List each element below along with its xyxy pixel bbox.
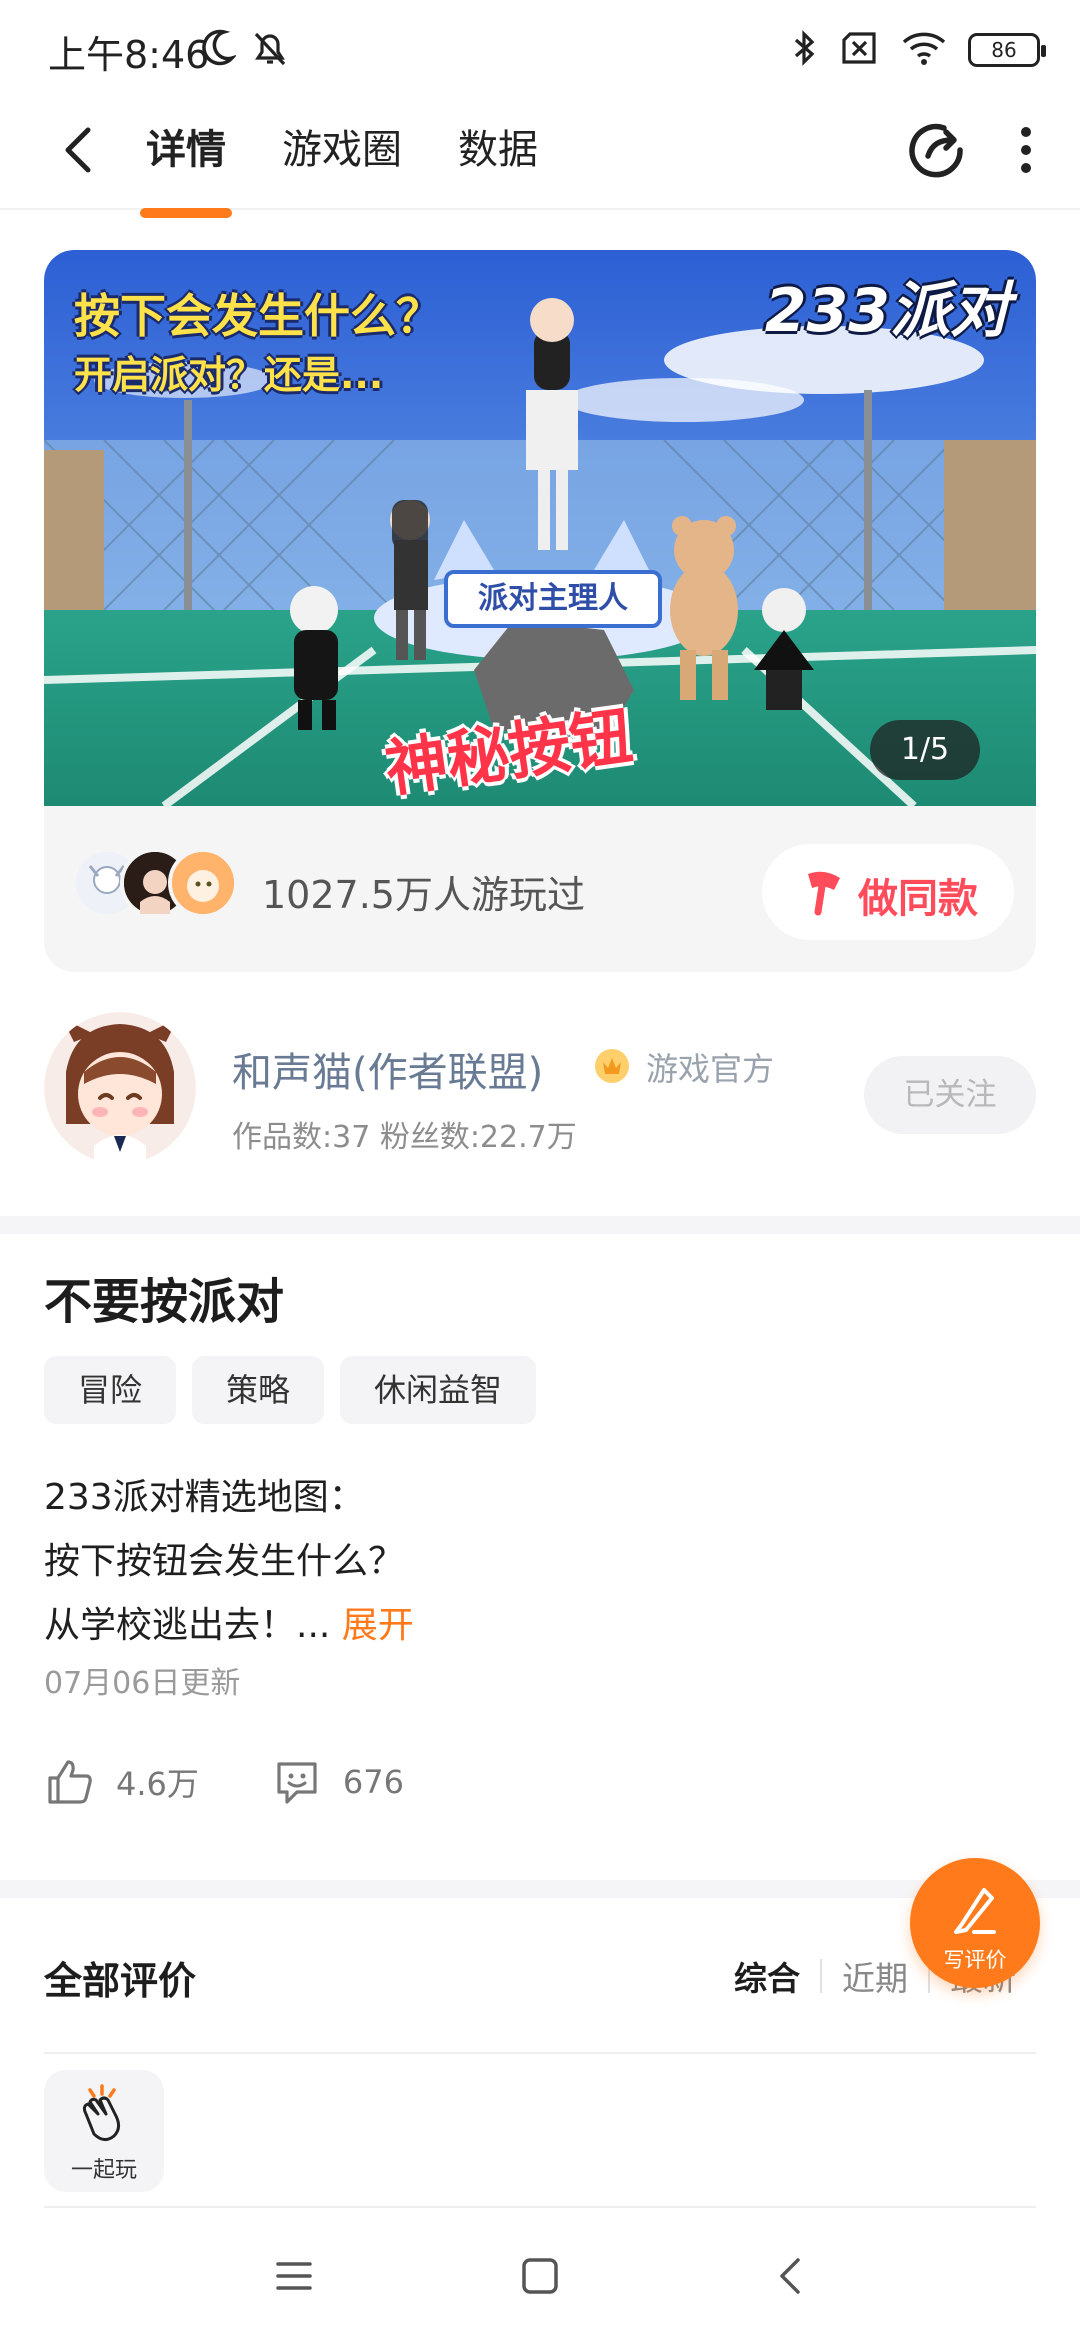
moon-icon — [200, 28, 238, 72]
played-row: 1027.5万人游玩过 做同款 — [44, 806, 1036, 972]
square-icon — [522, 2258, 558, 2294]
tag-list: 冒险 策略 休闲益智 — [44, 1356, 537, 1424]
hammer-icon — [808, 871, 840, 916]
banner-headline: 按下会发生什么？ — [74, 289, 442, 343]
play-together-chip[interactable]: 一起玩 — [44, 2070, 164, 2192]
chevron-left-icon — [65, 127, 91, 173]
game-title: 不要按派对 — [44, 1274, 285, 1330]
expand-link[interactable]: 展开 — [342, 1605, 414, 1646]
update-date: 07月06日更新 — [44, 1666, 241, 1701]
avatar — [168, 848, 238, 918]
desc-line: 233派对精选地图： — [44, 1477, 365, 1518]
played-count: 1027.5万人游玩过 — [262, 873, 585, 917]
media-card: 按下会发生什么？ 开启派对？还是... 233派对 派对主理人 神秘按钮 1/5… — [44, 250, 1036, 972]
banner-sign: 派对主理人 — [444, 570, 662, 628]
tab-bar: 详情 游戏圈 数据 — [146, 122, 538, 178]
clap-icon — [82, 2084, 121, 2141]
system-nav-bar — [0, 2210, 1080, 2340]
back-button[interactable] — [52, 120, 112, 180]
author-stats: 作品数:37 粉丝数:22.7万 — [232, 1120, 577, 1155]
official-badge: 游戏官方 — [646, 1050, 775, 1088]
tab-data[interactable]: 数据 — [458, 122, 538, 178]
carousel-counter: 1/5 — [870, 720, 980, 780]
chevron-left-icon — [780, 2258, 800, 2294]
sort-overall[interactable]: 综合 — [714, 1952, 820, 2000]
share-button[interactable] — [904, 118, 968, 182]
banner-subline: 开启派对？还是... — [74, 353, 384, 397]
game-description: 233派对精选地图： 按下按钮会发生什么？ 从学校逃出去！... 展开 — [44, 1466, 414, 1658]
menu-icon — [276, 2262, 312, 2290]
tab-game-circle[interactable]: 游戏圈 — [282, 122, 402, 178]
official-badge-icon — [594, 1048, 630, 1084]
engagement-stats: 4.6万 676 — [44, 1756, 404, 1808]
author-avatar[interactable] — [44, 1012, 196, 1164]
desc-line: 从学校逃出去！... — [44, 1605, 331, 1646]
comment-button[interactable]: 676 — [271, 1756, 404, 1808]
status-bar: 上午8:46 86 — [0, 0, 1080, 100]
reviews-title: 全部评价 — [44, 1959, 197, 2003]
tab-details[interactable]: 详情 — [146, 122, 226, 178]
share-icon — [909, 123, 963, 178]
tag-adventure[interactable]: 冒险 — [44, 1356, 177, 1424]
thumbs-up-icon — [48, 1760, 92, 1804]
divider — [44, 2052, 1036, 2054]
more-button[interactable] — [1006, 118, 1046, 182]
write-review-label: 写评价 — [943, 1948, 1007, 1972]
top-nav: 详情 游戏圈 数据 — [0, 100, 1080, 210]
like-button[interactable]: 4.6万 — [44, 1756, 199, 1808]
mute-icon — [250, 28, 290, 72]
desc-line-last: 从学校逃出去！... 展开 — [44, 1594, 414, 1658]
write-review-button[interactable]: 写评价 — [910, 1858, 1040, 1988]
section-divider — [0, 1216, 1080, 1234]
tag-strategy[interactable]: 策略 — [192, 1356, 325, 1424]
more-vertical-icon — [1021, 127, 1031, 173]
author-row: 和声猫(作者联盟) 游戏官方 作品数:37 粉丝数:22.7万 已关注 — [0, 1012, 1080, 1202]
author-name[interactable]: 和声猫(作者联盟) — [232, 1040, 543, 1098]
screenshot-carousel[interactable]: 按下会发生什么？ 开启派对？还是... 233派对 派对主理人 神秘按钮 1/5 — [44, 250, 1036, 806]
pen-icon — [954, 1888, 996, 1934]
bluetooth-icon — [792, 28, 818, 72]
wifi-icon — [902, 30, 946, 70]
status-time: 上午8:46 — [48, 33, 210, 77]
banner-brand: 233派对 — [764, 276, 1010, 346]
tag-casual-puzzle[interactable]: 休闲益智 — [340, 1356, 537, 1424]
recents-button[interactable] — [272, 2254, 316, 2298]
sim-off-icon — [840, 30, 880, 70]
like-count: 4.6万 — [116, 1765, 199, 1803]
back-nav-button[interactable] — [770, 2254, 814, 2298]
play-together-label: 一起玩 — [70, 2158, 137, 2183]
comment-face-icon — [277, 1762, 317, 1804]
home-button[interactable] — [518, 2254, 562, 2298]
follow-button[interactable]: 已关注 — [864, 1056, 1036, 1134]
game-detail-page: 上午8:46 86 详情 游戏圈 数据 按下会发生什么？ 开启派对？还是... … — [0, 0, 1080, 2340]
comment-count: 676 — [342, 1763, 404, 1801]
battery-icon: 86 — [968, 33, 1046, 67]
desc-line: 按下按钮会发生什么？ — [44, 1541, 405, 1582]
divider — [44, 2206, 1036, 2208]
make-same-button[interactable]: 做同款 — [762, 844, 1014, 940]
player-avatars — [72, 848, 238, 918]
make-same-label: 做同款 — [858, 876, 978, 922]
